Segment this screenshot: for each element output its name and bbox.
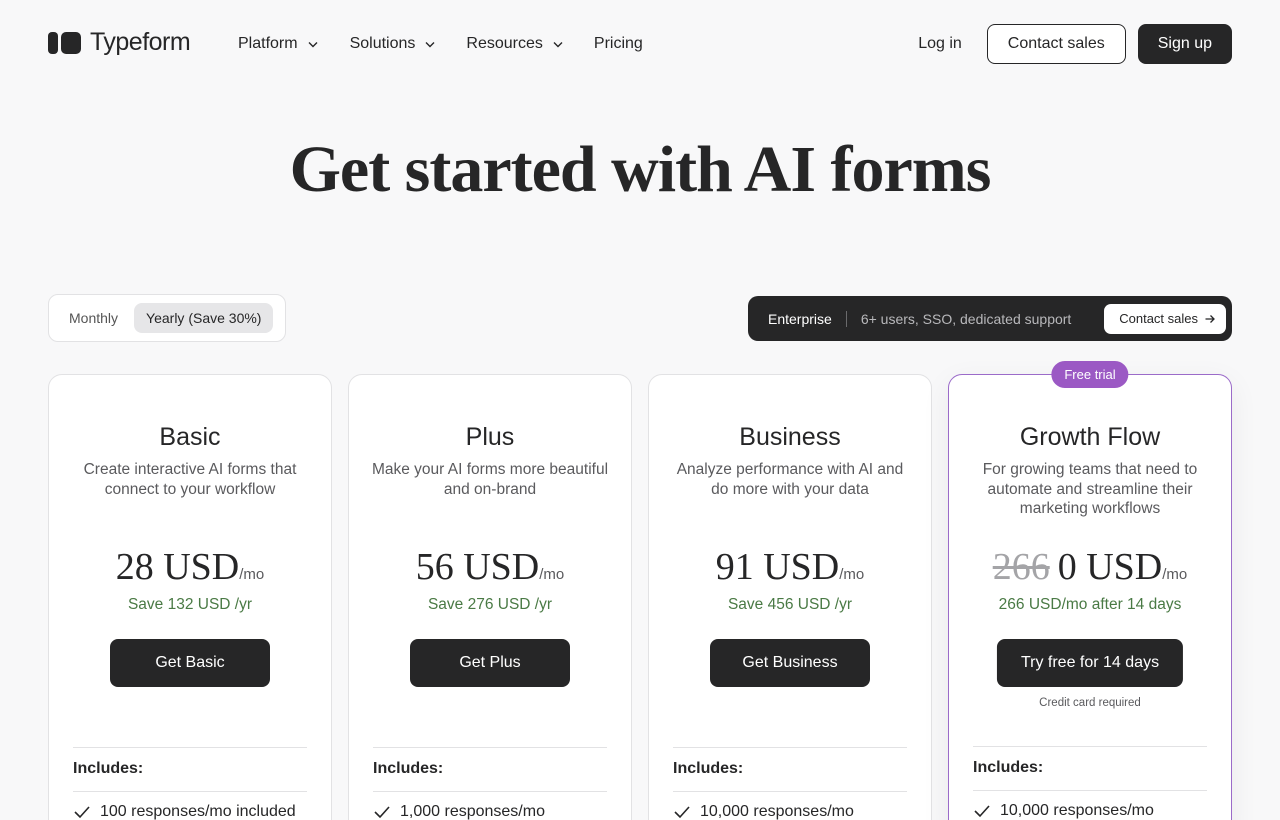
feature-label: 10,000 responses/mo — [1000, 802, 1154, 819]
plan-description: Analyze performance with AI and do more … — [676, 461, 904, 498]
get-basic-button[interactable]: Get Basic — [110, 639, 270, 687]
chevron-down-icon — [424, 38, 436, 50]
nav-item-label: Resources — [466, 35, 543, 52]
price-amount: 56 USD — [415, 546, 540, 588]
plan-description: Create interactive AI forms that connect… — [83, 461, 297, 498]
chevron-down-icon — [552, 38, 564, 50]
plan-description: Make your AI forms more beautiful and on… — [371, 461, 609, 498]
logo-text: Typeform — [90, 28, 191, 56]
plan-price: 56 USD/mo — [349, 545, 631, 589]
try-free-button[interactable]: Try free for 14 days — [996, 639, 1184, 687]
includes-heading: Includes: — [673, 760, 744, 777]
header-actions: Log in Contact sales Sign up — [918, 24, 1232, 64]
plan-card-growth-flow: Free trial Growth Flow For growing teams… — [948, 361, 1232, 820]
plan-name: Growth Flow — [1019, 423, 1161, 451]
feature-label: 10,000 responses/mo — [700, 803, 854, 820]
typeform-logo-icon — [48, 31, 81, 54]
billing-toggle: Monthly Yearly (Save 30%) — [48, 294, 286, 342]
plan-card-plus: Plus Make your AI forms more beautiful a… — [348, 374, 632, 820]
divider — [973, 746, 1207, 747]
enterprise-banner: Enterprise 6+ users, SSO, dedicated supp… — [748, 296, 1232, 341]
divider — [73, 747, 307, 748]
plan-name: Plus — [465, 423, 515, 451]
price-amount: 91 USD — [715, 546, 840, 588]
price-amount: 28 USD — [115, 546, 240, 588]
price-period: /mo — [239, 566, 265, 583]
arrow-right-icon — [1205, 314, 1215, 323]
plan-description: For growing teams that need to automate … — [982, 461, 1198, 517]
check-icon — [674, 806, 690, 819]
nav-item-platform[interactable]: Platform — [238, 34, 319, 54]
chevron-down-icon — [307, 38, 319, 50]
plan-price: 266 0 USD/mo — [949, 545, 1231, 589]
feature-item: 10,000 responses/mo — [973, 802, 1154, 820]
check-icon — [374, 806, 390, 819]
original-price: 266 — [992, 546, 1050, 588]
divider — [673, 747, 907, 748]
nav-item-solutions[interactable]: Solutions — [350, 34, 437, 54]
billing-option-monthly[interactable]: Monthly — [57, 303, 130, 333]
nav-item-label: Platform — [238, 35, 298, 52]
plan-name: Business — [739, 423, 841, 451]
feature-label: 1,000 responses/mo — [400, 803, 545, 820]
nav-item-resources[interactable]: Resources — [466, 34, 563, 54]
plan-savings: Save 456 USD /yr — [727, 596, 853, 613]
divider — [73, 791, 307, 792]
plan-savings: Save 276 USD /yr — [427, 596, 553, 613]
divider — [373, 791, 607, 792]
plan-savings: 266 USD/mo after 14 days — [998, 596, 1182, 613]
includes-heading: Includes: — [973, 759, 1044, 776]
login-link[interactable]: Log in — [918, 35, 962, 53]
enterprise-title: Enterprise — [768, 310, 832, 327]
plan-price: 91 USD/mo — [649, 545, 931, 589]
plan-price: 28 USD/mo — [49, 545, 331, 589]
nav-item-pricing[interactable]: Pricing — [594, 34, 643, 54]
plan-card-business: Business Analyze performance with AI and… — [648, 374, 932, 820]
enterprise-contact-sales-button[interactable]: Contact sales — [1104, 303, 1226, 334]
page-title: Get started with AI forms — [289, 133, 992, 206]
plan-savings: Save 132 USD /yr — [127, 596, 253, 613]
check-icon — [74, 806, 90, 819]
signup-button[interactable]: Sign up — [1137, 24, 1232, 64]
feature-item: 10,000 responses/mo — [673, 803, 854, 820]
price-amount: 0 USD — [1057, 546, 1163, 588]
typeform-logo[interactable]: Typeform — [48, 28, 191, 57]
price-period: /mo — [839, 566, 865, 583]
credit-card-note: Credit card required — [1039, 697, 1141, 709]
includes-heading: Includes: — [73, 760, 144, 777]
divider — [973, 790, 1207, 791]
check-icon — [974, 805, 990, 818]
enterprise-description: 6+ users, SSO, dedicated support — [860, 310, 1072, 327]
plan-name: Basic — [159, 423, 221, 451]
free-trial-badge: Free trial — [1051, 361, 1129, 388]
enterprise-contact-sales-label: Contact sales — [1119, 311, 1198, 326]
divider — [845, 310, 847, 327]
billing-option-yearly[interactable]: Yearly (Save 30%) — [134, 303, 274, 333]
includes-heading: Includes: — [373, 760, 444, 777]
price-period: /mo — [539, 566, 565, 583]
feature-item: 100 responses/mo included — [73, 803, 296, 820]
nav-item-label: Solutions — [349, 35, 416, 52]
get-plus-button[interactable]: Get Plus — [410, 639, 570, 687]
site-header: Typeform Platform Solutions Resources Pr… — [0, 0, 1280, 88]
price-period: /mo — [1162, 566, 1188, 583]
divider — [373, 747, 607, 748]
main-nav: Platform Solutions Resources Pricing — [238, 34, 643, 54]
get-business-button[interactable]: Get Business — [710, 639, 870, 687]
feature-label: 100 responses/mo included — [100, 803, 296, 820]
plan-card-basic: Basic Create interactive AI forms that c… — [48, 374, 332, 820]
nav-item-label: Pricing — [593, 35, 643, 52]
contact-sales-button[interactable]: Contact sales — [986, 24, 1126, 64]
divider — [673, 791, 907, 792]
feature-item: 1,000 responses/mo — [373, 803, 545, 820]
